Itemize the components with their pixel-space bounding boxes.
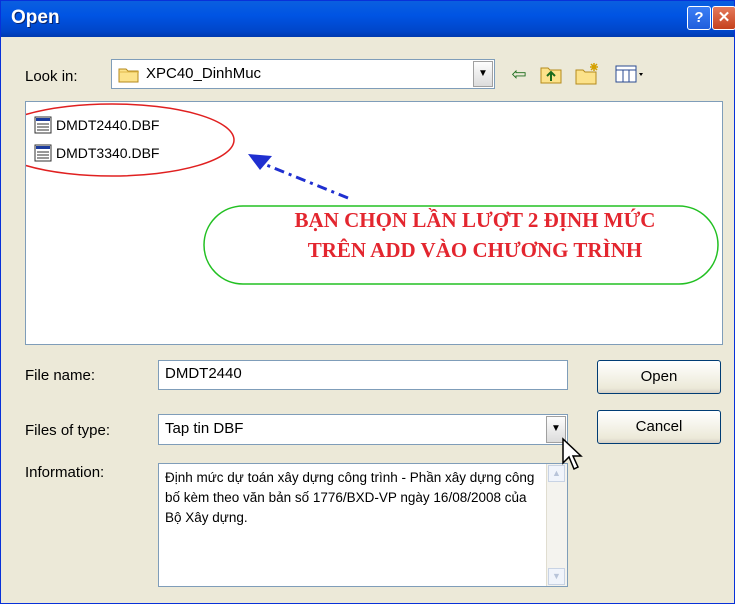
back-arrow-icon[interactable]: ⇦ [506,61,532,87]
help-icon: ? [694,9,704,26]
file-name-input[interactable]: DMDT2440 [158,360,568,390]
annotation-callout: BẠN CHỌN LẦN LƯỢT 2 ĐỊNH MỨC TRÊN ADD VÀ… [232,205,718,265]
look-in-label: Look in: [25,68,78,85]
look-in-value: XPC40_DinhMuc [146,65,262,82]
pointer-arrow-line [263,162,349,200]
information-text: Định mức dự toán xây dựng công trình - P… [165,470,535,525]
help-button[interactable]: ? [687,6,711,30]
files-of-type-dropdown[interactable]: Tap tin DBF ▼ [158,414,568,445]
folder-icon [118,68,139,83]
arrow-head-icon [248,154,272,170]
mouse-cursor-icon [562,437,583,471]
file-name-value: DMDT2440 [165,365,242,382]
close-button[interactable]: ✕ [712,6,735,30]
view-menu-icon[interactable] [613,61,647,87]
file-list[interactable]: DMDT2440.DBF DMDT3340.DBF BẠN CHỌN LẦN L… [25,101,723,345]
highlight-ellipse [26,103,235,177]
annotation-line-2: TRÊN ADD VÀO CHƯƠNG TRÌNH [307,238,643,262]
window-title: Open [11,7,60,28]
files-of-type-value: Tap tin DBF [165,420,244,437]
information-box[interactable]: Định mức dự toán xây dựng công trình - P… [158,463,568,587]
look-in-dropdown[interactable]: XPC40_DinhMuc ▼ [111,59,495,89]
open-button[interactable]: Open [597,360,721,394]
title-bar[interactable]: Open ? ✕ [1,1,735,37]
files-of-type-label: Files of type: [25,422,111,439]
up-folder-icon[interactable] [538,61,564,87]
open-dialog: Open ? ✕ Look in: XPC40_DinhMuc ▼ ⇦ DMDT… [0,0,735,604]
chevron-down-icon[interactable]: ▼ [473,61,493,87]
information-scrollbar[interactable]: ▲ ▼ [546,464,567,586]
cancel-button[interactable]: Cancel [597,410,721,444]
file-name-label: File name: [25,367,96,384]
information-label: Information: [25,464,105,481]
close-icon: ✕ [717,9,731,26]
new-folder-icon[interactable] [573,61,601,87]
annotation-line-1: BẠN CHỌN LẦN LƯỢT 2 ĐỊNH MỨC [294,208,656,232]
scroll-down-icon[interactable]: ▼ [548,568,565,585]
